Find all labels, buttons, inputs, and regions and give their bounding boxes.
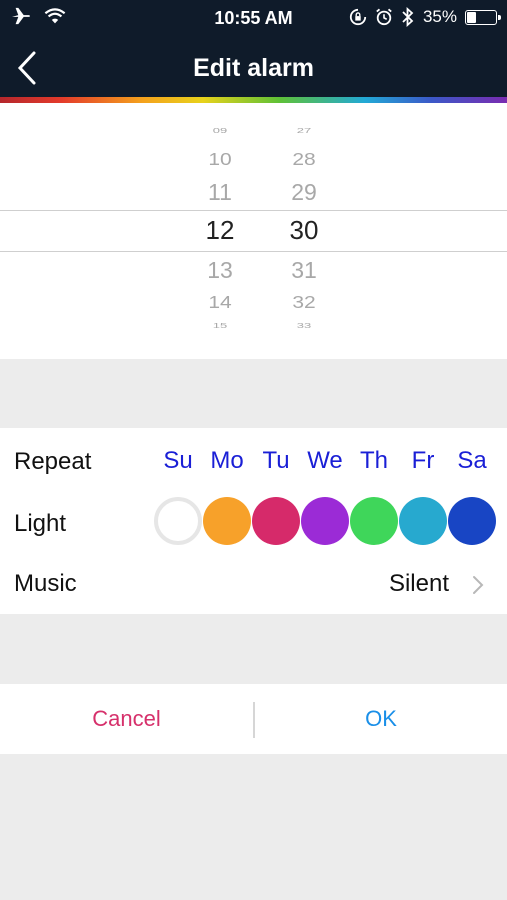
page-title: Edit alarm [193, 54, 314, 82]
day-toggle-th[interactable]: Th [350, 447, 398, 475]
picker-selection-bottom-line [0, 251, 507, 252]
hour-option[interactable]: 14 [190, 293, 250, 313]
light-label: Light [14, 510, 67, 537]
music-value[interactable]: Silent [389, 570, 449, 598]
minute-option[interactable]: 27 [274, 126, 334, 134]
light-color-swatch[interactable] [350, 497, 398, 545]
status-bar: 10:55 AM 35% [0, 0, 507, 36]
minute-option[interactable]: 31 [274, 257, 334, 284]
battery-percent: 35% [422, 7, 457, 26]
light-color-swatch[interactable] [154, 497, 202, 545]
light-color-swatch[interactable] [399, 497, 447, 545]
ok-button[interactable]: OK [255, 684, 507, 754]
day-toggle-fr[interactable]: Fr [399, 447, 447, 475]
hour-option[interactable]: 10 [190, 150, 250, 170]
cancel-button[interactable]: Cancel [0, 684, 253, 754]
light-color-swatch[interactable] [252, 497, 300, 545]
hour-option[interactable]: 13 [190, 257, 250, 284]
action-bar: Cancel OK [0, 684, 507, 754]
day-toggle-sa[interactable]: Sa [448, 447, 496, 475]
light-color-swatch[interactable] [448, 497, 496, 545]
hour-option[interactable]: 11 [190, 179, 250, 206]
chevron-right-icon[interactable] [471, 574, 485, 596]
minute-option[interactable]: 30 [274, 215, 334, 246]
minute-option[interactable]: 29 [274, 179, 334, 206]
day-toggle-we[interactable]: We [301, 447, 349, 475]
hour-option[interactable]: 09 [190, 126, 250, 134]
minute-option[interactable]: 32 [274, 293, 334, 313]
music-label: Music [14, 570, 77, 597]
alarm-clock-icon [376, 8, 392, 26]
hour-option[interactable]: 15 [190, 321, 250, 329]
light-color-swatch[interactable] [203, 497, 251, 545]
day-toggle-tu[interactable]: Tu [252, 447, 300, 475]
minute-option[interactable]: 28 [274, 150, 334, 170]
battery-icon [465, 9, 501, 25]
rotation-lock-icon [349, 8, 367, 26]
day-toggle-su[interactable]: Su [154, 447, 202, 475]
time-picker[interactable]: 09 10 11 12 13 14 15 27 28 29 30 31 32 33 [0, 103, 507, 359]
light-color-swatch[interactable] [301, 497, 349, 545]
picker-selection-top-line [0, 210, 507, 211]
minute-option[interactable]: 33 [274, 321, 334, 329]
bluetooth-icon [402, 7, 414, 27]
nav-bar: Edit alarm [0, 36, 507, 98]
day-toggle-mo[interactable]: Mo [203, 447, 251, 475]
repeat-label: Repeat [14, 448, 92, 475]
hour-option[interactable]: 12 [190, 215, 250, 246]
